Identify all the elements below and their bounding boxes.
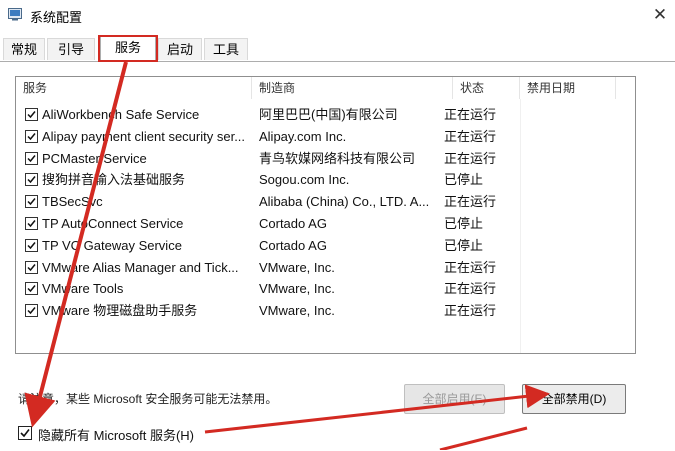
- service-status: 已停止: [444, 216, 484, 231]
- tab-general[interactable]: 常规: [3, 38, 45, 60]
- service-checkbox[interactable]: [25, 195, 38, 209]
- checkmark-icon: [27, 307, 36, 315]
- service-status: 已停止: [444, 172, 484, 188]
- service-checkbox[interactable]: [25, 260, 38, 274]
- table-row[interactable]: TP AutoConnect Service Cortado AG 已停止: [16, 213, 635, 234]
- tab-startup[interactable]: 启动: [158, 38, 202, 60]
- column-header-manufacturer[interactable]: 制造商: [252, 77, 453, 99]
- disable-all-button[interactable]: 全部禁用(D): [522, 384, 626, 414]
- service-checkbox[interactable]: [25, 151, 38, 165]
- service-name: 搜狗拼音输入法基础服务: [42, 172, 186, 188]
- checkmark-icon: [27, 132, 36, 140]
- service-checkbox[interactable]: [25, 108, 38, 121]
- checkmark-icon: [27, 241, 36, 249]
- checkmark-icon: [27, 176, 36, 184]
- tab-highlight-box: [98, 35, 158, 62]
- service-manufacturer: 青鸟软媒网络科技有限公司: [259, 150, 416, 166]
- column-header-disabled-date[interactable]: 禁用日期: [520, 77, 616, 99]
- service-name: VMware 物理磁盘助手服务: [42, 303, 198, 319]
- checkmark-icon: [27, 220, 36, 228]
- service-status: 正在运行: [444, 194, 497, 210]
- service-manufacturer: 阿里巴巴(中国)有限公司: [259, 107, 398, 122]
- service-checkbox[interactable]: [25, 238, 38, 252]
- warning-note: 请注意，某些 Microsoft 安全服务可能无法禁用。: [18, 392, 278, 406]
- service-checkbox[interactable]: [25, 173, 38, 187]
- service-status: 正在运行: [444, 128, 497, 144]
- service-status: 正在运行: [444, 303, 497, 319]
- service-name: VMware Tools: [42, 281, 124, 297]
- checkmark-icon: [27, 111, 36, 119]
- service-manufacturer: VMware, Inc.: [259, 259, 335, 275]
- column-header-service[interactable]: 服务: [16, 77, 252, 99]
- service-name: Alipay payment client security ser...: [42, 128, 246, 144]
- service-checkbox[interactable]: [25, 129, 38, 143]
- table-row[interactable]: TP VC Gateway Service Cortado AG 已停止: [16, 235, 635, 256]
- table-row[interactable]: 搜狗拼音输入法基础服务 Sogou.com Inc. 已停止: [16, 169, 635, 190]
- service-manufacturer: Cortado AG: [259, 237, 327, 253]
- checkmark-icon: [20, 429, 30, 438]
- column-header-status[interactable]: 状态: [453, 77, 520, 99]
- service-status: 已停止: [444, 237, 484, 253]
- table-row[interactable]: TBSecSvc Alibaba (China) Co., LTD. A... 正在…: [16, 191, 635, 212]
- service-name: AliWorkbench Safe Service: [42, 107, 200, 122]
- checkmark-icon: [27, 154, 36, 162]
- service-manufacturer: Sogou.com Inc.: [259, 172, 350, 188]
- service-name: TBSecSvc: [42, 194, 103, 210]
- tab-tools[interactable]: 工具: [204, 38, 248, 60]
- checkbox[interactable]: [18, 426, 32, 440]
- checkmark-icon: [27, 285, 36, 293]
- service-name: TP AutoConnect Service: [42, 216, 184, 231]
- service-checkbox[interactable]: [25, 217, 38, 230]
- service-checkbox[interactable]: [25, 304, 38, 318]
- service-manufacturer: Alipay.com Inc.: [259, 128, 347, 144]
- checkmark-icon: [27, 198, 36, 206]
- service-name: TP VC Gateway Service: [42, 237, 182, 253]
- table-row[interactable]: Alipay payment client security ser... Ali…: [16, 126, 635, 147]
- service-name: VMware Alias Manager and Tick...: [42, 259, 239, 275]
- system-config-icon: [8, 7, 22, 21]
- window-title: 系统配置: [30, 10, 83, 25]
- service-manufacturer: Alibaba (China) Co., LTD. A...: [259, 194, 430, 210]
- service-status: 正在运行: [444, 150, 497, 166]
- service-manufacturer: VMware, Inc.: [259, 281, 335, 297]
- enable-all-button[interactable]: 全部启用(E): [404, 384, 505, 414]
- service-status: 正在运行: [444, 107, 497, 122]
- checkmark-icon: [27, 263, 36, 271]
- table-row[interactable]: PCMaster Service 青鸟软媒网络科技有限公司 正在运行: [16, 148, 635, 169]
- service-status: 正在运行: [444, 281, 497, 297]
- service-manufacturer: VMware, Inc.: [259, 303, 335, 319]
- tab-boot[interactable]: 引导: [47, 38, 95, 60]
- service-status: 正在运行: [444, 259, 497, 275]
- table-row[interactable]: VMware Alias Manager and Tick... VMware, …: [16, 257, 635, 278]
- table-row[interactable]: VMware Tools VMware, Inc. 正在运行: [16, 278, 635, 299]
- title-bar: 系统配置 ✕: [0, 0, 675, 30]
- service-checkbox[interactable]: [25, 282, 38, 296]
- service-manufacturer: Cortado AG: [259, 216, 327, 231]
- service-name: PCMaster Service: [42, 150, 147, 166]
- table-row[interactable]: AliWorkbench Safe Service 阿里巴巴(中国)有限公司 正在运…: [16, 104, 635, 125]
- table-row[interactable]: VMware 物理磁盘助手服务 VMware, Inc. 正在运行: [16, 300, 635, 321]
- services-list[interactable]: 服务 制造商 状态 禁用日期 AliWorkbench Safe Service…: [15, 76, 636, 354]
- hide-ms-services-label: 隐藏所有 Microsoft 服务(H): [38, 428, 195, 443]
- close-button[interactable]: ✕: [645, 0, 675, 30]
